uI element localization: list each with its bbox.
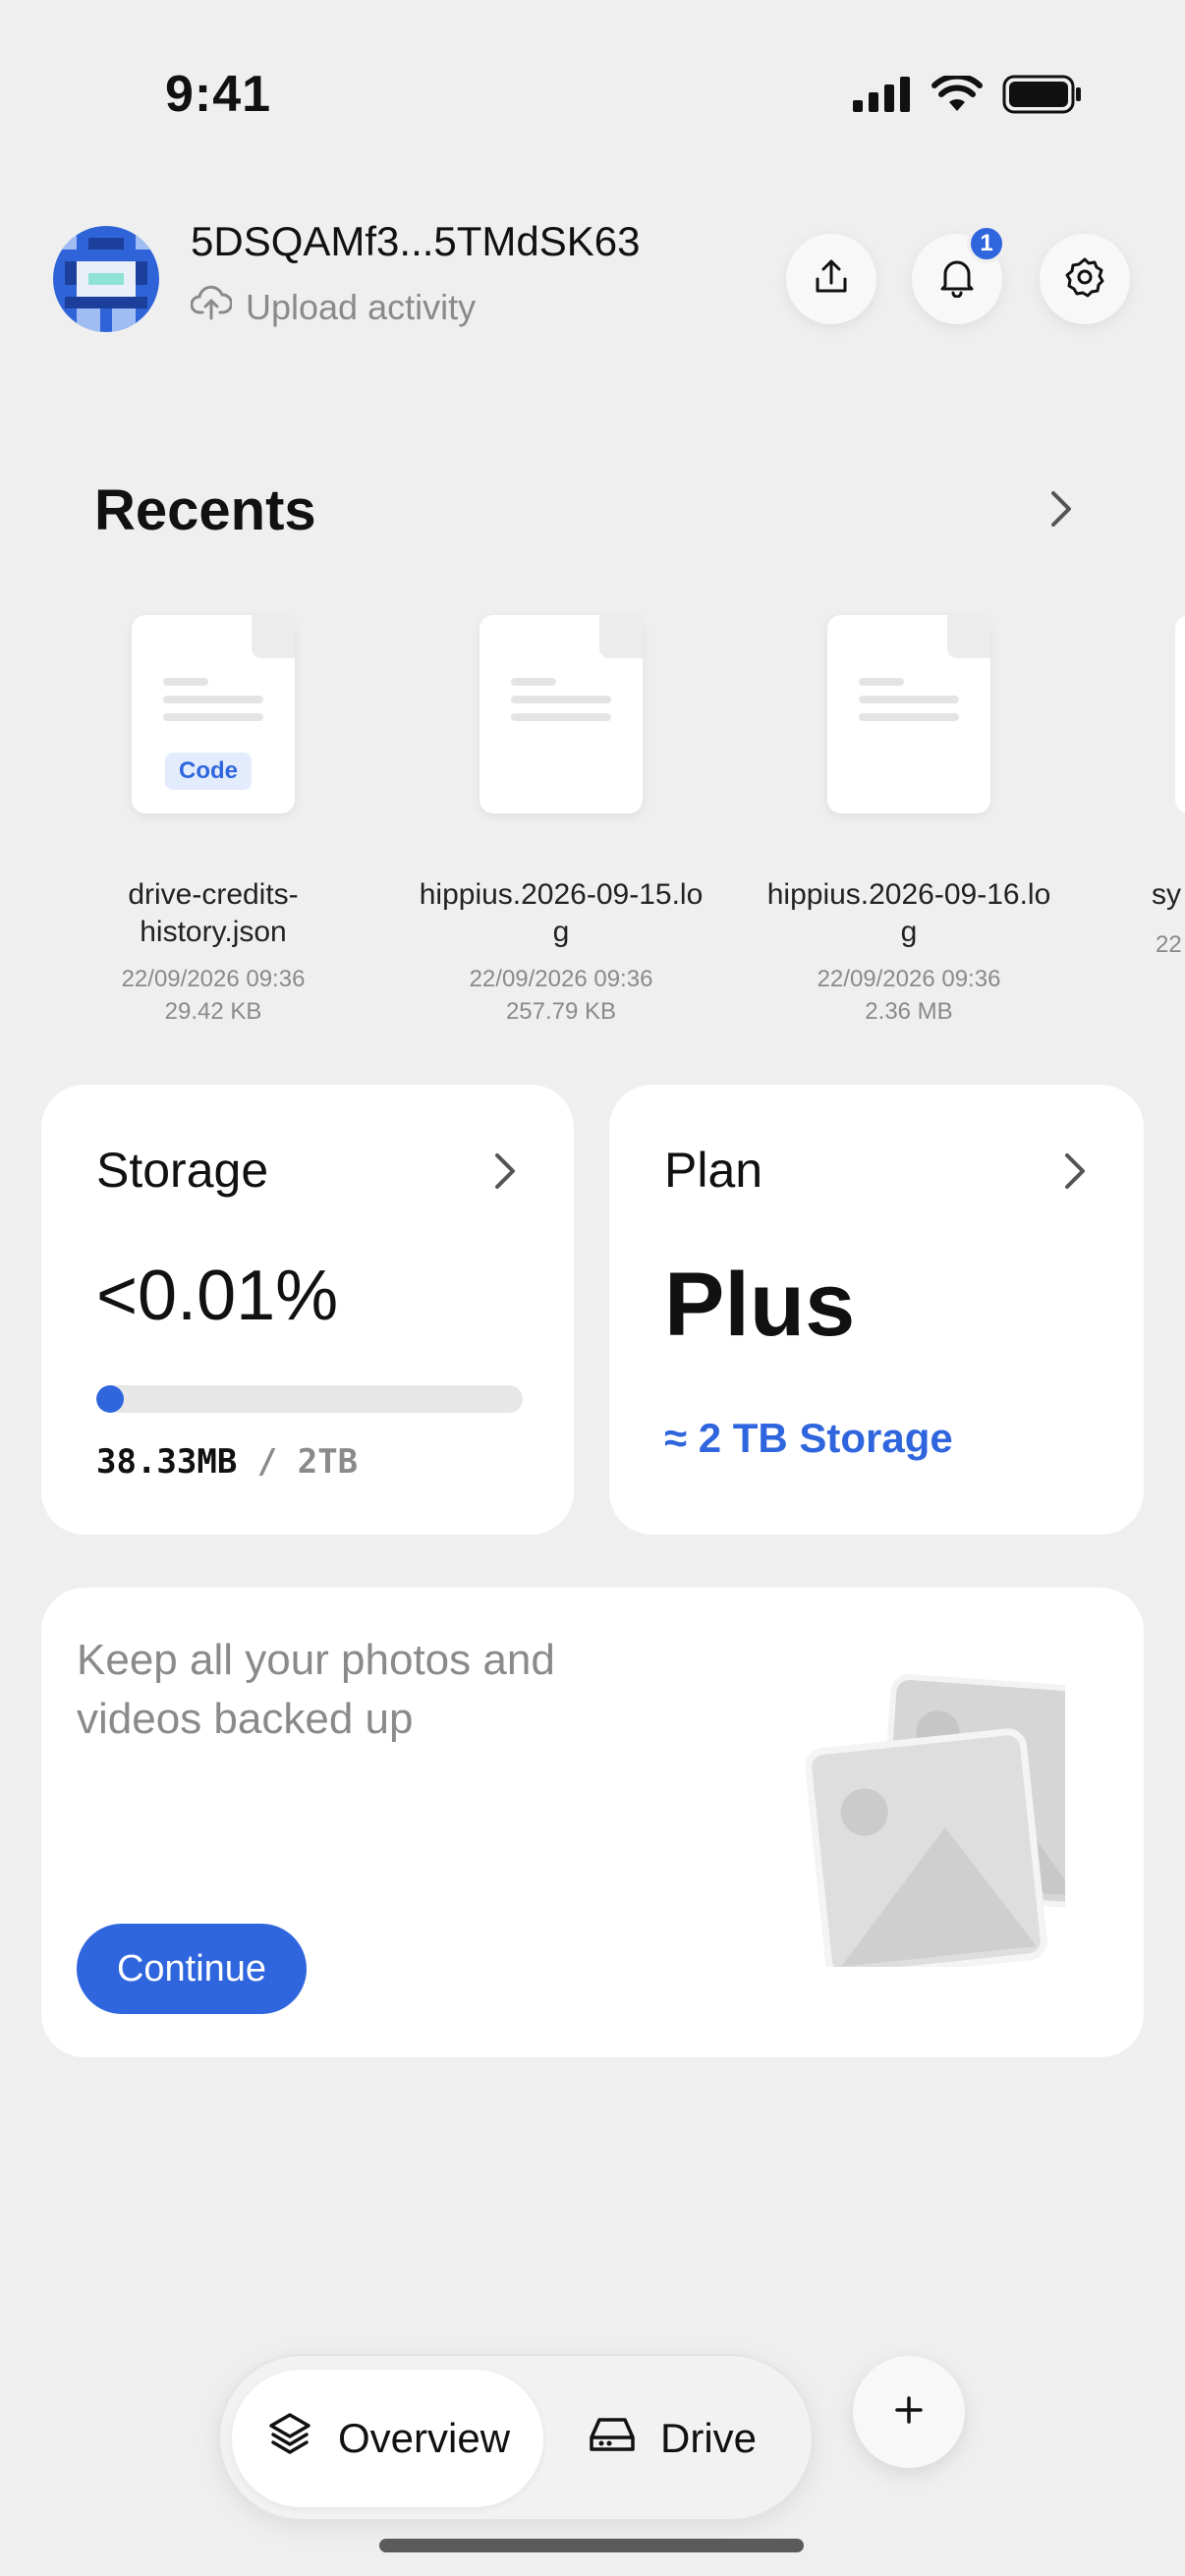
storage-card[interactable]: Storage <0.01% 38.33MB / 2TB	[41, 1085, 574, 1535]
file-date: 22	[1156, 931, 1182, 958]
file-type-tag: Code	[165, 753, 252, 790]
tab-drive-label: Drive	[660, 2415, 758, 2461]
file-name: hippius.2026-09-16.lo g	[766, 878, 1051, 948]
recents-see-all-button[interactable]	[1044, 485, 1079, 537]
chevron-right-icon	[1059, 1149, 1089, 1198]
file-date: 22/09/2026 09:36	[469, 966, 653, 992]
chevron-right-icon	[1044, 491, 1079, 536]
home-screen: 9:41 5DSQAMf3...5TMdSK63 Upload activity…	[0, 0, 1185, 2576]
status-time: 9:41	[165, 66, 272, 123]
bell-icon	[937, 256, 977, 303]
plan-name: Plus	[664, 1255, 856, 1355]
share-upload-icon	[812, 257, 851, 302]
file-meta: 22/09/2026 09:36 257.79 KB	[399, 963, 723, 1028]
wifi-icon	[931, 73, 983, 118]
file-name: drive-credits- history.json	[128, 878, 299, 948]
chevron-right-icon	[489, 1149, 519, 1198]
file-name: sy	[1152, 878, 1181, 911]
recent-file-card-clipped[interactable]	[1175, 615, 1185, 1028]
recents-title: Recents	[94, 478, 316, 542]
notifications-button[interactable]: 1	[912, 224, 1006, 324]
notification-badge: 1	[967, 224, 1006, 263]
hard-drive-icon	[588, 2412, 637, 2465]
recent-file-card[interactable]: Code drive-credits- history.json 22/09/2…	[51, 615, 375, 1028]
tab-overview-label: Overview	[338, 2415, 511, 2461]
status-icons	[853, 73, 1083, 119]
photos-illustration	[790, 1662, 1102, 1980]
battery-icon	[1002, 75, 1083, 119]
gear-icon	[1064, 256, 1105, 303]
file-name: hippius.2026-09-15.lo g	[419, 878, 704, 948]
file-icon	[480, 615, 643, 813]
file-icon	[827, 615, 990, 813]
file-meta: 22/09/2026 09:36 2.36 MB	[747, 963, 1071, 1028]
plan-card[interactable]: Plan Plus ≈ 2 TB Storage	[609, 1085, 1144, 1535]
home-indicator	[379, 2539, 804, 2552]
storage-separator: /	[237, 1442, 298, 1482]
upload-activity-link[interactable]: Upload activity	[190, 285, 477, 329]
settings-button[interactable]	[1040, 234, 1130, 324]
upload-activity-label: Upload activity	[246, 286, 477, 327]
layers-icon	[265, 2409, 314, 2468]
backup-promo-text: Keep all your photos and videos backed u…	[77, 1636, 555, 1743]
file-icon	[1175, 615, 1185, 813]
plus-icon	[891, 2392, 927, 2433]
avatar[interactable]	[53, 226, 159, 332]
plan-storage: ≈ 2 TB Storage	[664, 1415, 953, 1461]
file-icon: Code	[132, 615, 295, 813]
file-date: 22/09/2026 09:36	[121, 966, 306, 992]
recent-file-card[interactable]: hippius.2026-09-15.lo g 22/09/2026 09:36…	[399, 615, 723, 1028]
storage-progress-fill	[96, 1385, 124, 1413]
bottom-tab-bar: Overview Drive	[218, 2354, 814, 2521]
storage-usage: 38.33MB / 2TB	[96, 1442, 358, 1482]
share-upload-button[interactable]	[786, 234, 876, 324]
file-meta: 22/09/2026 09:36 29.42 KB	[51, 963, 375, 1028]
file-size: 2.36 MB	[865, 998, 953, 1025]
plan-title: Plan	[664, 1143, 763, 1198]
storage-percent: <0.01%	[96, 1257, 339, 1335]
tab-drive[interactable]: Drive	[554, 2370, 790, 2507]
tab-overview[interactable]: Overview	[232, 2370, 544, 2507]
recent-file-card[interactable]: hippius.2026-09-16.lo g 22/09/2026 09:36…	[747, 615, 1071, 1028]
cellular-signal-icon	[853, 77, 912, 117]
storage-progress-bar	[96, 1385, 523, 1413]
file-date: 22/09/2026 09:36	[817, 966, 1001, 992]
photo-backup-card: Keep all your photos and videos backed u…	[41, 1588, 1144, 2057]
add-button[interactable]	[853, 2356, 965, 2468]
account-id[interactable]: 5DSQAMf3...5TMdSK63	[191, 218, 641, 265]
cloud-upload-icon	[190, 285, 233, 329]
storage-title: Storage	[96, 1143, 269, 1198]
file-size: 29.42 KB	[164, 998, 262, 1025]
storage-used: 38.33MB	[96, 1442, 238, 1482]
storage-total: 2TB	[297, 1442, 359, 1482]
file-size: 257.79 KB	[505, 998, 617, 1025]
continue-button[interactable]: Continue	[77, 1924, 307, 2014]
